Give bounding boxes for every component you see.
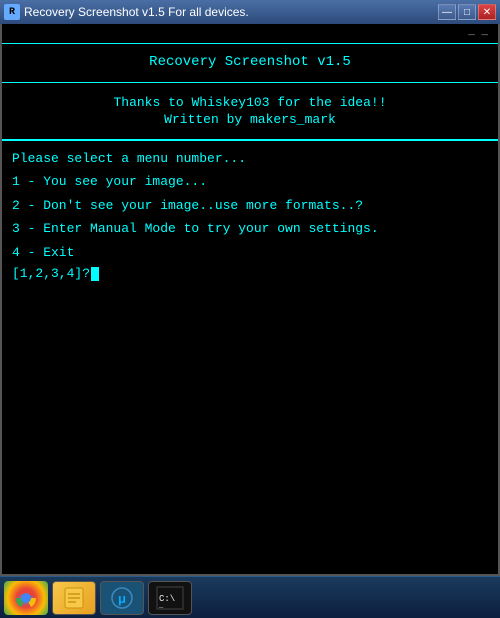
window-body: _ _ Recovery Screenshot v1.5 Thanks to W… xyxy=(0,24,500,576)
window-title: Recovery Screenshot v1.5 For all devices… xyxy=(24,5,249,19)
title-bar-left: R Recovery Screenshot v1.5 For all devic… xyxy=(4,4,249,20)
taskbar: μ C:\ _ xyxy=(0,576,500,618)
menu-item-1: 1 - You see your image... xyxy=(12,172,488,192)
thanks-line2: Written by makers_mark xyxy=(2,112,498,127)
menu-item-4: 4 - Exit xyxy=(12,243,488,263)
app-title: Recovery Screenshot v1.5 xyxy=(2,54,498,70)
minimize-button[interactable]: — xyxy=(438,4,456,20)
app-icon-letter: R xyxy=(9,7,15,18)
chrome-icon xyxy=(14,586,38,610)
taskbar-cmd[interactable]: C:\ _ xyxy=(148,581,192,615)
cmd-icon: C:\ _ xyxy=(155,585,185,611)
file-icon xyxy=(61,585,87,611)
menu-section: Please select a menu number... 1 - You s… xyxy=(2,141,498,574)
app-icon: R xyxy=(4,4,20,20)
torrent-icon: μ xyxy=(109,585,135,611)
title-bar-buttons: — □ ✕ xyxy=(438,4,496,20)
menu-prompt: Please select a menu number... xyxy=(12,151,488,166)
input-prompt: [1,2,3,4]? xyxy=(12,266,90,281)
header-section: Recovery Screenshot v1.5 xyxy=(2,44,498,83)
thanks-line1: Thanks to Whiskey103 for the idea!! xyxy=(2,95,498,110)
thanks-section: Thanks to Whiskey103 for the idea!! Writ… xyxy=(2,83,498,141)
taskbar-torrent[interactable]: μ xyxy=(100,581,144,615)
menu-item-3: 3 - Enter Manual Mode to try your own se… xyxy=(12,219,488,239)
cursor-blink xyxy=(91,267,99,281)
menu-item-2: 2 - Don't see your image..use more forma… xyxy=(12,196,488,216)
input-line[interactable]: [1,2,3,4]? xyxy=(12,266,488,281)
taskbar-file[interactable] xyxy=(52,581,96,615)
svg-text:μ: μ xyxy=(118,591,126,606)
title-bar: R Recovery Screenshot v1.5 For all devic… xyxy=(0,0,500,24)
terminal: _ _ Recovery Screenshot v1.5 Thanks to W… xyxy=(2,24,498,574)
svg-text:_: _ xyxy=(158,602,164,610)
close-button[interactable]: ✕ xyxy=(478,4,496,20)
maximize-button[interactable]: □ xyxy=(458,4,476,20)
top-dash: _ _ xyxy=(468,26,488,38)
taskbar-chrome[interactable] xyxy=(4,581,48,615)
top-bar: _ _ xyxy=(2,24,498,44)
